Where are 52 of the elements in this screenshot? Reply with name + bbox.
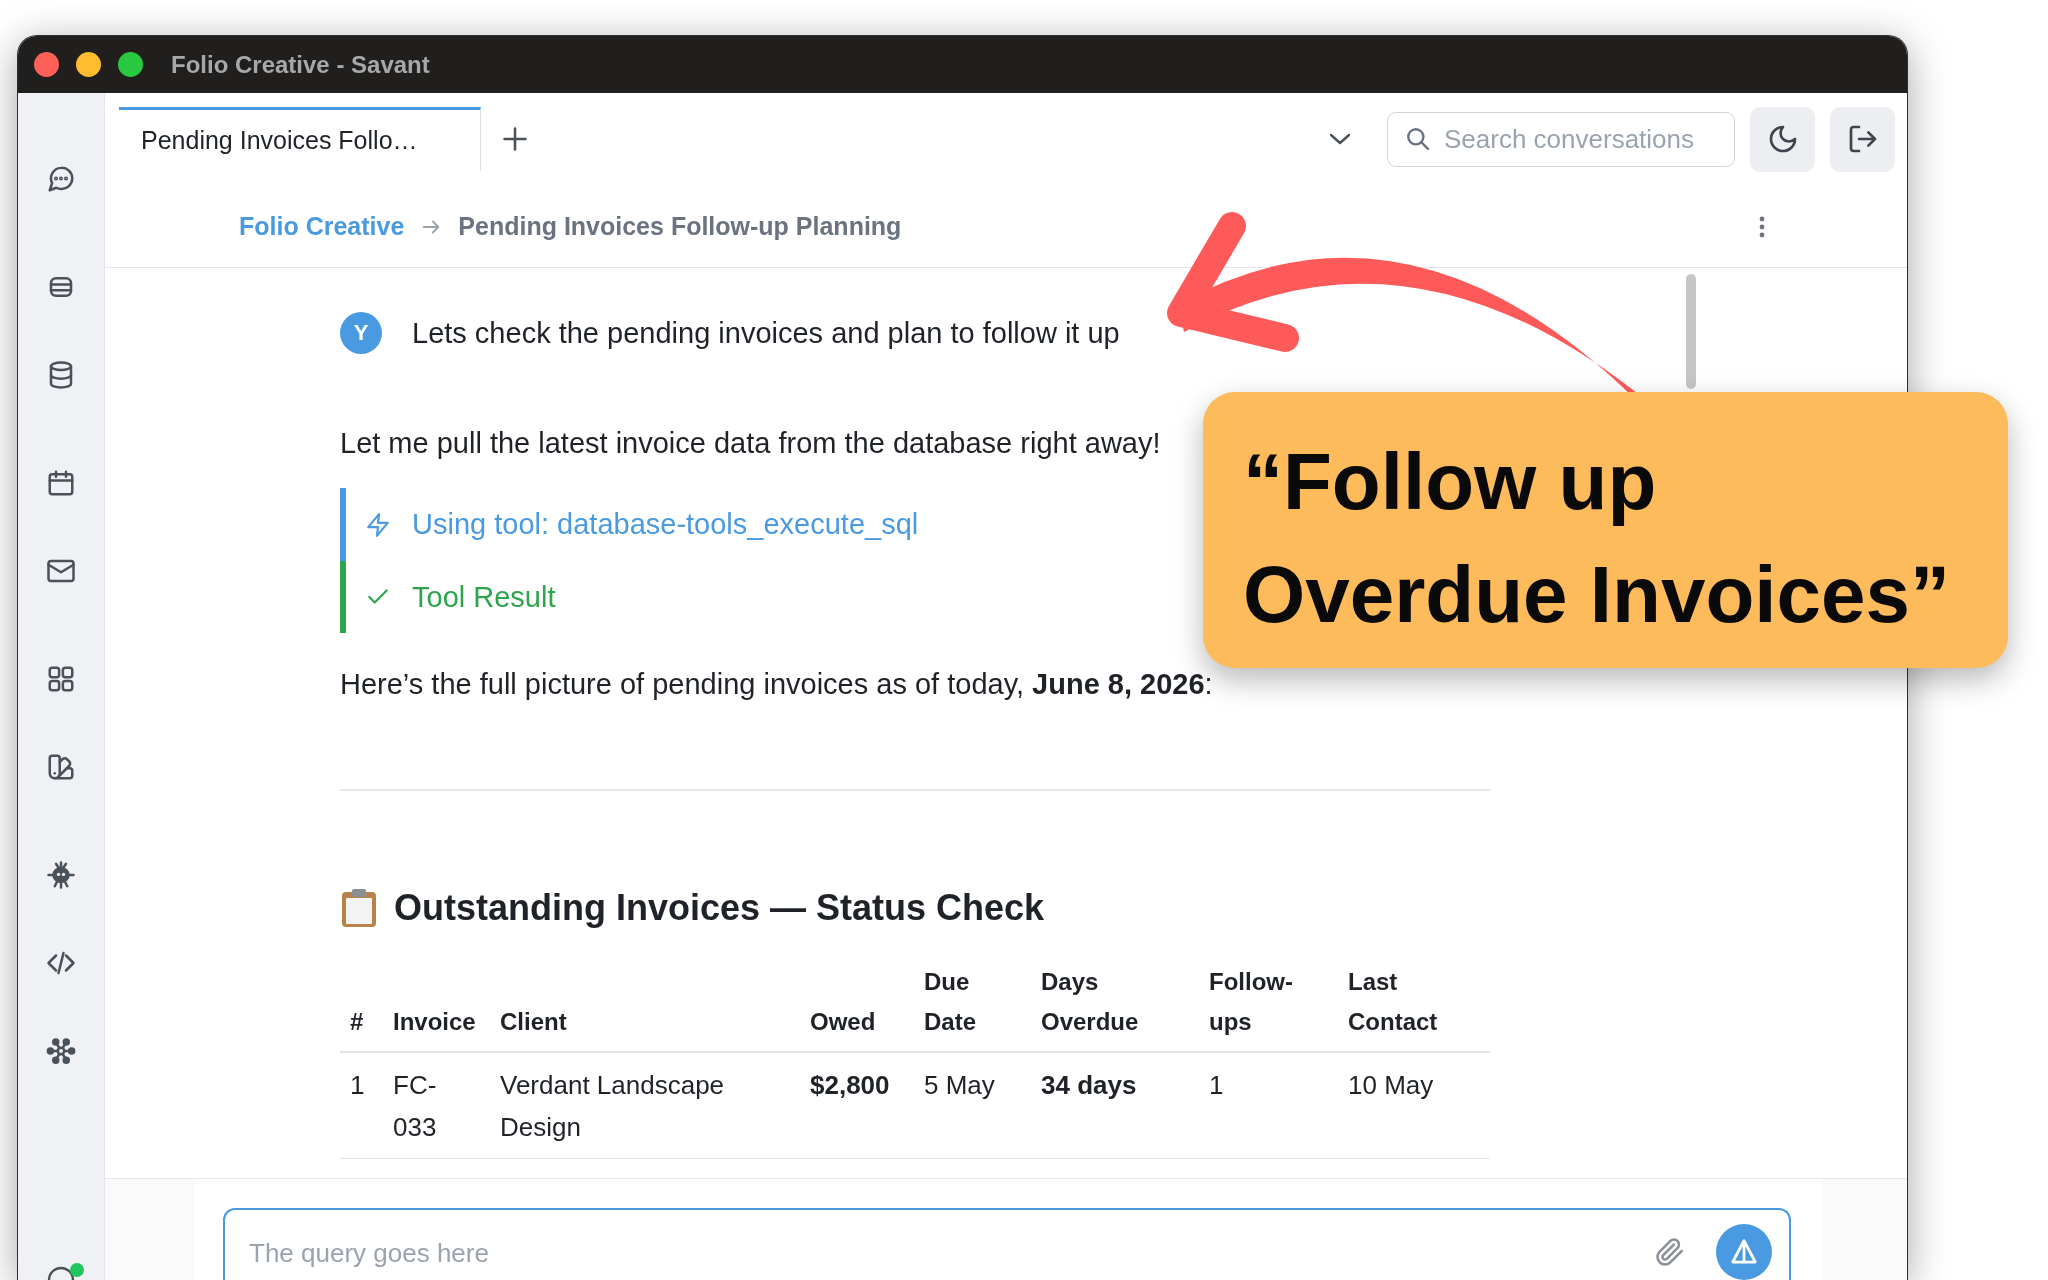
tool-result-block[interactable]: Tool Result: [340, 561, 580, 633]
breadcrumb-link[interactable]: Folio Creative: [239, 212, 405, 241]
logout-button[interactable]: [1830, 106, 1895, 172]
table-cell: 10 May: [1338, 1052, 1490, 1159]
plus-icon[interactable]: [501, 125, 529, 153]
message-input[interactable]: The query goes here: [223, 1208, 1791, 1280]
lightning-icon: [365, 511, 391, 538]
minimize-icon[interactable]: [76, 52, 101, 77]
tool-call-block[interactable]: Using tool: database-tools_execute_sql: [340, 488, 943, 561]
user-avatar: Y: [340, 312, 382, 354]
network-icon[interactable]: [46, 1036, 76, 1066]
more-icon[interactable]: [1758, 214, 1766, 239]
paperclip-icon[interactable]: [1655, 1237, 1685, 1267]
table-cell: $2,800: [800, 1052, 914, 1159]
assistant-message: Let me pull the latest invoice data from the database right away!: [340, 426, 1161, 460]
column-header: Owed: [800, 956, 914, 1052]
tool-result-text: Tool Result: [412, 580, 556, 614]
tool-call-text: Using tool: database-tools_execute_sql: [412, 508, 919, 541]
chat-icon[interactable]: [46, 164, 76, 194]
conversation-tab[interactable]: Pending Invoices Follo…: [119, 107, 481, 171]
calendar-icon[interactable]: [46, 468, 76, 498]
maximize-icon[interactable]: [118, 52, 143, 77]
column-header: Days Overdue: [1031, 956, 1199, 1052]
user-message: Lets check the pending invoices and plan to follow it up: [412, 316, 1120, 351]
chevron-down-icon[interactable]: [1328, 132, 1352, 146]
column-header: #: [340, 956, 383, 1052]
search-icon: [1405, 126, 1431, 152]
account-icon[interactable]: [46, 1266, 76, 1280]
assistant-message: Here’s the full picture of pending invoices as of today, June 8, 2026:: [340, 667, 1213, 701]
column-header: Client: [490, 956, 800, 1052]
breadcrumb-current: Pending Invoices Follow-up Planning: [458, 212, 902, 241]
clipboard-icon: [340, 888, 378, 928]
table-cell: FC-033: [383, 1052, 490, 1159]
table-cell: Verdant Landscape Design: [490, 1052, 800, 1159]
section-heading: Outstanding Invoices — Status Check: [394, 887, 1045, 929]
column-header: Last Contact: [1338, 956, 1490, 1052]
theme-toggle-button[interactable]: [1750, 106, 1815, 172]
search-field[interactable]: Search conversations: [1387, 111, 1735, 167]
column-header: Invoice: [383, 956, 490, 1052]
swatch-book-icon[interactable]: [46, 752, 76, 782]
callout-note: “Follow up Overdue Invoices”: [1203, 392, 2008, 668]
column-header: Follow-ups: [1199, 956, 1338, 1052]
column-header: Due Date: [914, 956, 1031, 1052]
table-cell: 1: [1199, 1052, 1338, 1159]
table-cell: 5 May: [914, 1052, 1031, 1159]
close-icon[interactable]: [34, 52, 59, 77]
table-cell: 34 days: [1031, 1052, 1199, 1159]
grid-icon[interactable]: [46, 664, 76, 694]
table-cell: 1: [340, 1052, 383, 1159]
bug-icon[interactable]: [46, 860, 76, 890]
scrollbar-thumb[interactable]: [1686, 274, 1696, 389]
window-title: Folio Creative - Savant: [171, 50, 430, 79]
